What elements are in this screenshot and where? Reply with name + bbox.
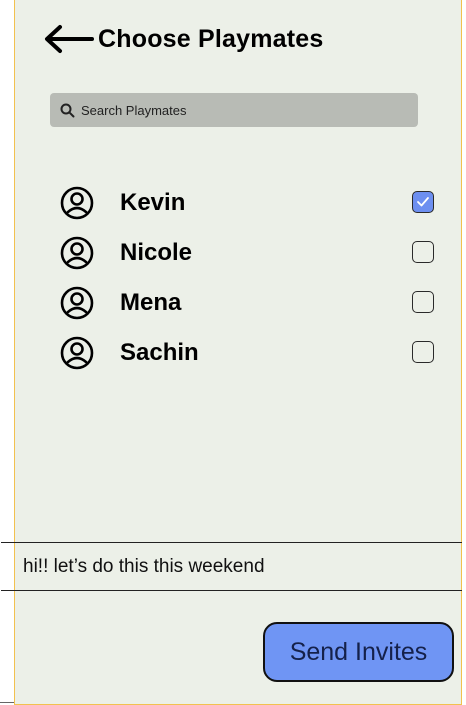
user-avatar-icon: [60, 286, 94, 320]
playmate-name: Kevin: [120, 189, 186, 216]
search-input[interactable]: [81, 102, 401, 118]
user-avatar-icon: [60, 186, 94, 220]
header: Choose Playmates: [42, 18, 324, 60]
page-title: Choose Playmates: [98, 24, 324, 53]
playmate-name: Nicole: [120, 239, 193, 266]
message-text: hi!! let’s do this this weekend: [23, 555, 265, 577]
playmate-name: Mena: [120, 289, 182, 316]
message-field[interactable]: hi!! let’s do this this weekend: [1, 542, 462, 591]
list-item[interactable]: Nicole: [60, 228, 450, 278]
playmate-list: Kevin Nicole Mena Sachin: [60, 178, 450, 378]
playmate-checkbox[interactable]: [412, 291, 434, 313]
send-invites-button[interactable]: Send Invites: [263, 622, 454, 682]
app-frame: Choose Playmates Kevin: [1, 0, 462, 705]
list-item[interactable]: Mena: [60, 278, 450, 328]
user-avatar-icon: [60, 236, 94, 270]
playmate-checkbox[interactable]: [412, 341, 434, 363]
arrow-left-icon[interactable]: [42, 24, 94, 54]
playmate-checkbox[interactable]: [412, 191, 434, 213]
user-avatar-icon: [60, 336, 94, 370]
search-bar[interactable]: [50, 93, 418, 127]
search-icon: [60, 103, 75, 118]
list-item[interactable]: Sachin: [60, 328, 450, 378]
list-item[interactable]: Kevin: [60, 178, 450, 228]
playmate-name: Sachin: [120, 339, 199, 366]
playmate-checkbox[interactable]: [412, 241, 434, 263]
